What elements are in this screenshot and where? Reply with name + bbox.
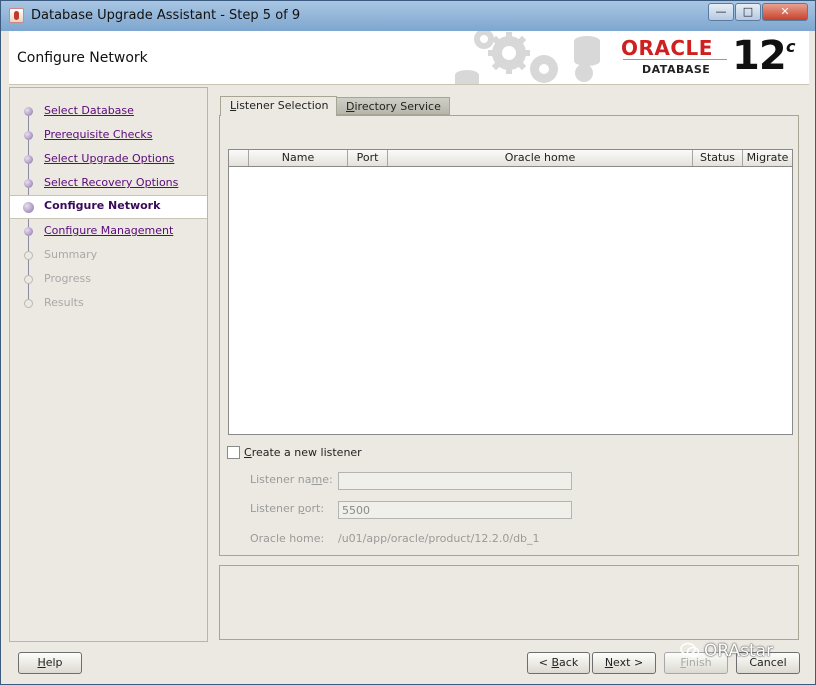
step-progress: Progress <box>10 268 207 290</box>
step-summary: Summary <box>10 244 207 266</box>
step-pending-icon <box>24 299 33 308</box>
step-configure-network: Configure Network <box>10 195 207 219</box>
button-label: < <box>538 656 552 669</box>
button-label: ext > <box>613 656 644 669</box>
tab-listener-selection[interactable]: Listener Selection <box>220 96 338 116</box>
oracle-home-label: Oracle home: <box>250 532 325 545</box>
maximize-icon: □ <box>742 5 754 18</box>
column-status[interactable]: Status <box>693 150 743 166</box>
label-text: ort: <box>304 502 325 515</box>
listener-port-input[interactable] <box>338 501 572 519</box>
step-pending-icon <box>24 275 33 284</box>
message-area <box>219 565 799 640</box>
next-button[interactable]: Next > <box>592 652 656 674</box>
logo-version: 12 <box>732 33 787 79</box>
help-button[interactable]: Help <box>18 652 82 674</box>
button-mnemonic: B <box>551 656 560 669</box>
listener-name-input[interactable] <box>338 472 572 490</box>
step-done-icon <box>24 107 33 116</box>
table-header: Name Port Oracle home Status Migrate <box>229 150 792 167</box>
oracle-logo: ORACLE <box>621 36 713 60</box>
page-header: Configure Network ORACLE DATABASE 12 c <box>9 31 809 85</box>
oracle-home-value: /u01/app/oracle/product/12.2.0/db_1 <box>338 532 540 545</box>
step-prerequisite-checks[interactable]: Prerequisite Checks <box>10 124 207 146</box>
watermark-text: ORAstar <box>704 641 774 661</box>
tab-directory-service[interactable]: Directory Service <box>336 97 450 115</box>
main-content: Listener Selection Directory Service Nam… <box>211 87 809 642</box>
dbua-window: Database Upgrade Assistant - Step 5 of 9… <box>0 0 816 685</box>
button-mnemonic: N <box>604 656 614 669</box>
label-text: reate a new listener <box>251 446 362 459</box>
wechat-icon <box>680 642 700 658</box>
step-done-icon <box>24 131 33 140</box>
tab-label: istener Selection <box>236 99 329 112</box>
step-done-icon <box>24 227 33 236</box>
back-button[interactable]: < Back <box>527 652 590 674</box>
logo-divider <box>623 59 727 60</box>
label-text: Listener <box>250 502 298 515</box>
listener-table[interactable]: Name Port Oracle home Status Migrate <box>228 149 793 435</box>
logo-version-suffix: c <box>786 37 796 56</box>
button-label: elp <box>45 656 63 669</box>
column-port[interactable]: Port <box>348 150 388 166</box>
step-done-icon <box>24 155 33 164</box>
steps-sidebar: Select Database Prerequisite Checks Sele… <box>9 87 208 642</box>
column-name[interactable]: Name <box>249 150 348 166</box>
logo-product-label: DATABASE <box>642 63 711 76</box>
maximize-button[interactable]: □ <box>735 3 761 21</box>
window-title: Database Upgrade Assistant - Step 5 of 9 <box>31 8 301 23</box>
step-select-recovery-options[interactable]: Select Recovery Options <box>10 172 207 194</box>
step-pending-icon <box>24 251 33 260</box>
close-icon: ✕ <box>780 5 790 18</box>
column-select[interactable] <box>229 150 249 166</box>
create-listener-label[interactable]: Create a new listener <box>244 446 362 459</box>
minimize-button[interactable]: — <box>708 3 734 21</box>
label-text: e: <box>322 473 333 486</box>
label-mnemonic: m <box>311 473 323 486</box>
label-text: Listener na <box>250 473 312 486</box>
minimize-icon: — <box>715 5 727 18</box>
title-bar[interactable]: Database Upgrade Assistant - Step 5 of 9… <box>1 1 815 31</box>
label-mnemonic: p <box>297 502 305 515</box>
listener-port-label: Listener port: <box>250 502 324 515</box>
step-current-icon <box>23 202 34 213</box>
watermark: ORAstar <box>680 641 773 661</box>
listener-name-label: Listener name: <box>250 473 333 486</box>
column-migrate[interactable]: Migrate <box>743 150 792 166</box>
listener-tab-panel: Name Port Oracle home Status Migrate Cre… <box>219 115 799 556</box>
column-oracle-home[interactable]: Oracle home <box>388 150 693 166</box>
step-results: Results <box>10 292 207 314</box>
step-done-icon <box>24 179 33 188</box>
gears-graphic-icon <box>455 31 600 84</box>
step-configure-management[interactable]: Configure Management <box>10 220 207 242</box>
button-label: ack <box>559 656 579 669</box>
create-listener-checkbox[interactable] <box>227 446 240 459</box>
button-mnemonic: H <box>37 656 46 669</box>
close-button[interactable]: ✕ <box>762 3 808 21</box>
tab-label: irectory Service <box>354 100 441 113</box>
page-title: Configure Network <box>17 50 148 66</box>
java-app-icon <box>9 8 24 23</box>
step-select-database[interactable]: Select Database <box>10 100 207 122</box>
label-mnemonic: C <box>244 446 252 459</box>
step-select-upgrade-options[interactable]: Select Upgrade Options <box>10 148 207 170</box>
